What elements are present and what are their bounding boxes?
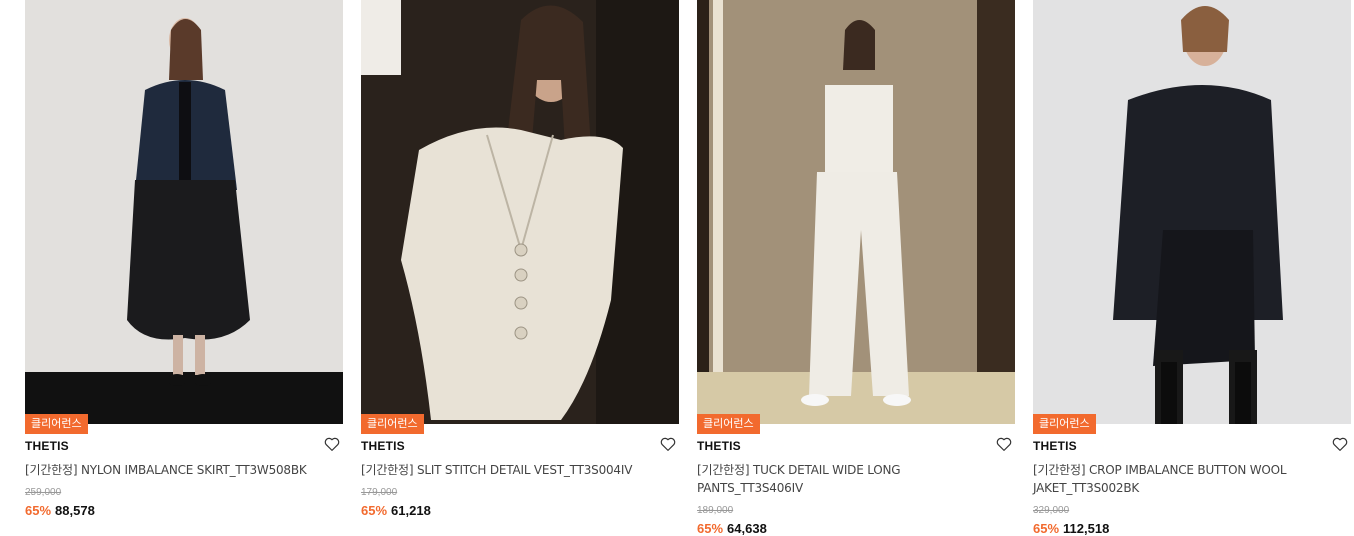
original-price: 179,000 — [361, 487, 398, 498]
heart-outline-icon[interactable] — [659, 435, 677, 453]
brand-name[interactable]: THETIS — [361, 439, 405, 453]
original-price: 329,000 — [1033, 505, 1070, 516]
product-card[interactable]: 클리어런스 THETIS [기간한정] NYLON IMBALANCE SKIR… — [25, 0, 343, 533]
product-image[interactable] — [697, 0, 1015, 424]
model-ivory-pants-image — [697, 0, 1015, 424]
product-grid: 클리어런스 THETIS [기간한정] NYLON IMBALANCE SKIR… — [25, 0, 1354, 536]
heart-outline-icon[interactable] — [1331, 435, 1349, 453]
brand-name[interactable]: THETIS — [1033, 439, 1077, 453]
heart-outline-icon[interactable] — [995, 435, 1013, 453]
heart-outline-icon[interactable] — [323, 435, 341, 453]
sale-price: 61,218 — [391, 503, 431, 518]
sale-price-line: 65% 112,518 — [1033, 521, 1109, 536]
product-name[interactable]: [기간한정] TUCK DETAIL WIDE LONG PANTS_TT3S4… — [697, 461, 997, 497]
clearance-badge: 클리어런스 — [1033, 414, 1096, 434]
model-black-jacket-image — [1033, 0, 1351, 424]
product-name[interactable]: [기간한정] SLIT STITCH DETAIL VEST_TT3S004IV — [361, 461, 661, 479]
original-price: 259,000 — [25, 487, 62, 498]
product-name[interactable]: [기간한정] NYLON IMBALANCE SKIRT_TT3W508BK — [25, 461, 325, 479]
product-card[interactable]: 클리어런스 THETIS [기간한정] SLIT STITCH DETAIL V… — [361, 0, 679, 533]
brand-name[interactable]: THETIS — [697, 439, 741, 453]
sale-price-line: 65% 64,638 — [697, 521, 767, 536]
product-image[interactable] — [25, 0, 343, 424]
clearance-badge: 클리어런스 — [361, 414, 424, 434]
clearance-badge: 클리어런스 — [697, 414, 760, 434]
sale-price: 64,638 — [727, 521, 767, 536]
discount-rate: 65% — [697, 521, 724, 536]
product-card[interactable]: 클리어런스 THETIS [기간한정] TUCK DETAIL WIDE LON… — [697, 0, 1015, 536]
discount-rate: 65% — [25, 503, 52, 518]
product-image[interactable] — [361, 0, 679, 424]
sale-price: 88,578 — [55, 503, 95, 518]
product-name[interactable]: [기간한정] CROP IMBALANCE BUTTON WOOL JAKET_… — [1033, 461, 1333, 497]
discount-rate: 65% — [361, 503, 388, 518]
discount-rate: 65% — [1033, 521, 1060, 536]
model-ivory-vest-image — [361, 0, 679, 424]
brand-name[interactable]: THETIS — [25, 439, 69, 453]
sale-price: 112,518 — [1063, 521, 1110, 536]
sale-price-line: 65% 88,578 — [25, 503, 95, 518]
sale-price-line: 65% 61,218 — [361, 503, 431, 518]
model-black-skirt-image — [25, 0, 343, 424]
original-price: 189,000 — [697, 505, 734, 516]
product-card[interactable]: 클리어런스 THETIS [기간한정] CROP IMBALANCE BUTTO… — [1033, 0, 1351, 536]
clearance-badge: 클리어런스 — [25, 414, 88, 434]
product-image[interactable] — [1033, 0, 1351, 424]
